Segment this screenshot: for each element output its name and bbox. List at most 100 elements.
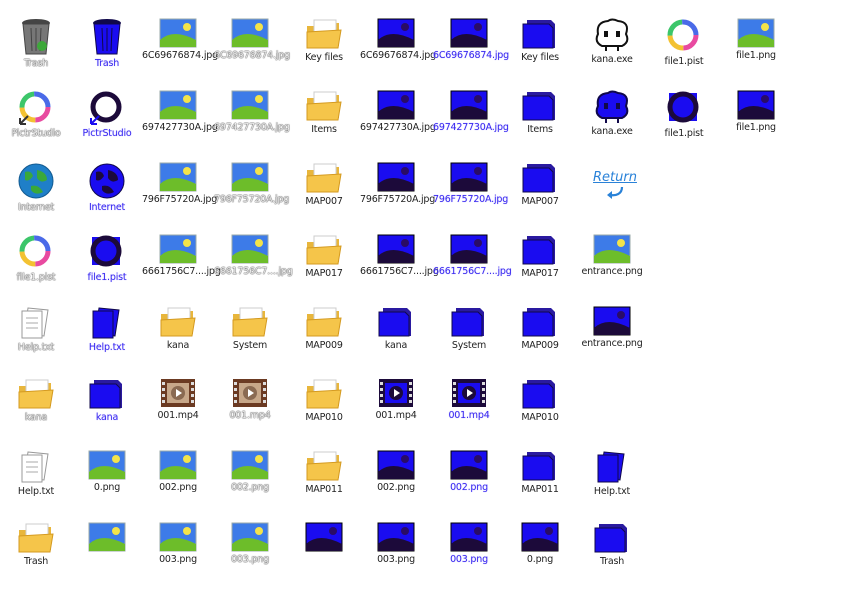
desktop-icon-item[interactable]: PictrStudio [0,90,72,160]
folder-icon [504,90,576,122]
desktop-icon-label: MAP009 [305,340,343,351]
pictr-icon [648,18,720,54]
desktop-icon-item[interactable]: kana.exe [576,18,648,88]
desktop-icon-item[interactable]: kana [142,306,214,376]
desktop-icon-item[interactable]: 001.mp4 [360,378,432,448]
desktop-icon-item[interactable]: Internet [71,162,143,232]
desktop-icon-item[interactable]: Items [504,90,576,160]
desktop-icon-item[interactable]: 0.png [504,522,576,592]
folder-icon [360,306,432,338]
desktop-icon-item[interactable]: 001.mp4 [433,378,505,448]
desktop-icon-item[interactable]: MAP011 [288,450,360,520]
desktop-icon-item[interactable] [71,522,143,592]
return-link[interactable]: Return [580,170,650,220]
desktop-icon-item[interactable]: MAP010 [288,378,360,448]
desktop-icon-item[interactable]: 001.mp4 [214,378,286,448]
desktop-icon-item[interactable]: 6C69676874.jpg [360,18,436,88]
desktop-icon-item[interactable]: MAP009 [504,306,576,376]
desktop-icon-item[interactable]: file1.pist [648,18,720,88]
desktop-icon-item[interactable]: Key files [504,18,576,88]
desktop-icon-item[interactable]: file1.pist [648,90,720,160]
desktop-icon-item[interactable]: PictrStudio [71,90,143,160]
desktop-icon-item[interactable]: 6661756C7....jpg [142,234,221,304]
folder-icon [214,306,286,338]
desktop-icon-item[interactable]: Help.txt [0,450,72,520]
desktop-icon-item[interactable]: Help.txt [0,306,72,376]
desktop-icon-item[interactable]: MAP007 [288,162,360,232]
desktop-icon-item[interactable]: Trash [71,18,143,88]
document-icon [576,450,648,484]
desktop-icon-item[interactable]: MAP011 [504,450,576,520]
desktop-icon-item[interactable]: 796F75720A.jpg [433,162,508,232]
desktop-icon-item[interactable]: Key files [288,18,360,88]
desktop-icon-item[interactable]: MAP007 [504,162,576,232]
desktop-icon-label: file1.pist [87,272,127,283]
desktop-icon-label: 6C69676874.jpg [142,50,218,61]
desktop-icon-item[interactable]: Internet [0,162,72,232]
desktop-icon-item[interactable]: MAP009 [288,306,360,376]
desktop-icon-item[interactable]: entrance.png [576,234,648,304]
folder-icon [288,450,360,482]
desktop-icon-item[interactable]: 6661756C7....jpg [433,234,512,304]
desktop-icon-item[interactable]: 003.png [142,522,214,592]
desktop-icon-label: file1.pist [664,56,704,67]
desktop-icon-item[interactable]: 003.png [360,522,432,592]
desktop-icon-item[interactable]: 002.png [360,450,432,520]
desktop-icon-item[interactable]: kana [0,378,72,448]
desktop-icon-label: kana [384,340,408,351]
desktop-icon-item[interactable]: 001.mp4 [142,378,214,448]
image-icon [214,450,286,480]
document-icon [0,450,72,484]
desktop-icon-item[interactable]: 003.png [433,522,505,592]
desktop-icon-item[interactable]: 6661756C7....jpg [360,234,439,304]
image-icon [142,162,214,192]
desktop-icon-item[interactable]: 003.png [214,522,286,592]
desktop-icon-label: 6661756C7....jpg [433,266,512,277]
desktop-icon-item[interactable]: 796F75720A.jpg [360,162,435,232]
desktop-icon-item[interactable]: file1.png [720,18,792,88]
desktop-icon-item[interactable]: entrance.png [576,306,648,376]
pictr-icon [648,90,720,126]
desktop-icon-item[interactable]: Trash [0,18,72,88]
desktop-icon-item[interactable]: Help.txt [71,306,143,376]
desktop-icon-item[interactable]: file1.pist [71,234,143,304]
desktop-icon-item[interactable]: 6C69676874.jpg [433,18,509,88]
desktop-icon-item[interactable]: 796F75720A.jpg [214,162,289,232]
desktop-icon-item[interactable]: 697427730A.jpg [142,90,218,160]
desktop-icon-item[interactable]: 697427730A.jpg [214,90,290,160]
desktop-icon-item[interactable]: System [214,306,286,376]
desktop-icon-item[interactable]: 002.png [142,450,214,520]
desktop-icon-item[interactable]: 6C69676874.jpg [142,18,218,88]
desktop-icon-item[interactable]: Trash [576,522,648,592]
desktop-icon-item[interactable]: 0.png [71,450,143,520]
desktop-icon-item[interactable]: MAP017 [504,234,576,304]
desktop-icon-item[interactable]: 697427730A.jpg [360,90,436,160]
desktop-icon-item[interactable]: 002.png [214,450,286,520]
desktop-icon-label: MAP007 [305,196,343,207]
desktop-icon-item[interactable]: kana.exe [576,90,648,160]
folder-icon [0,522,72,554]
desktop-icon-item[interactable]: System [433,306,505,376]
desktop-icon-item[interactable]: Trash [0,522,72,592]
desktop-icon-item[interactable]: 6C69676874.jpg [214,18,290,88]
desktop-icon-item[interactable]: kana [71,378,143,448]
desktop-icon-item[interactable]: file1.pist [0,234,72,304]
desktop-icon-item[interactable]: file1.png [720,90,792,160]
desktop-icon-item[interactable]: 6661756C7....jpg [214,234,293,304]
desktop-icon-item[interactable]: 002.png [433,450,505,520]
desktop-icon-label: 003.png [450,554,488,565]
desktop-icon-item[interactable]: 697427730A.jpg [433,90,509,160]
desktop-icon-item[interactable]: 796F75720A.jpg [142,162,217,232]
folder-icon [504,234,576,266]
desktop-icon-item[interactable]: Items [288,90,360,160]
desktop-icon-item[interactable] [288,522,360,592]
desktop-icon-item[interactable]: Help.txt [576,450,648,520]
desktop-icon-item[interactable]: kana [360,306,432,376]
video-icon [433,378,505,408]
desktop-icon-item[interactable]: MAP017 [288,234,360,304]
video-icon [360,378,432,408]
desktop-icon-grid: Trash Trash 6C69676874.jpg 6C69676874.jp… [0,0,864,576]
desktop-icon-label: 001.mp4 [375,410,417,421]
desktop-icon-item[interactable]: MAP010 [504,378,576,448]
image-icon [360,18,432,48]
